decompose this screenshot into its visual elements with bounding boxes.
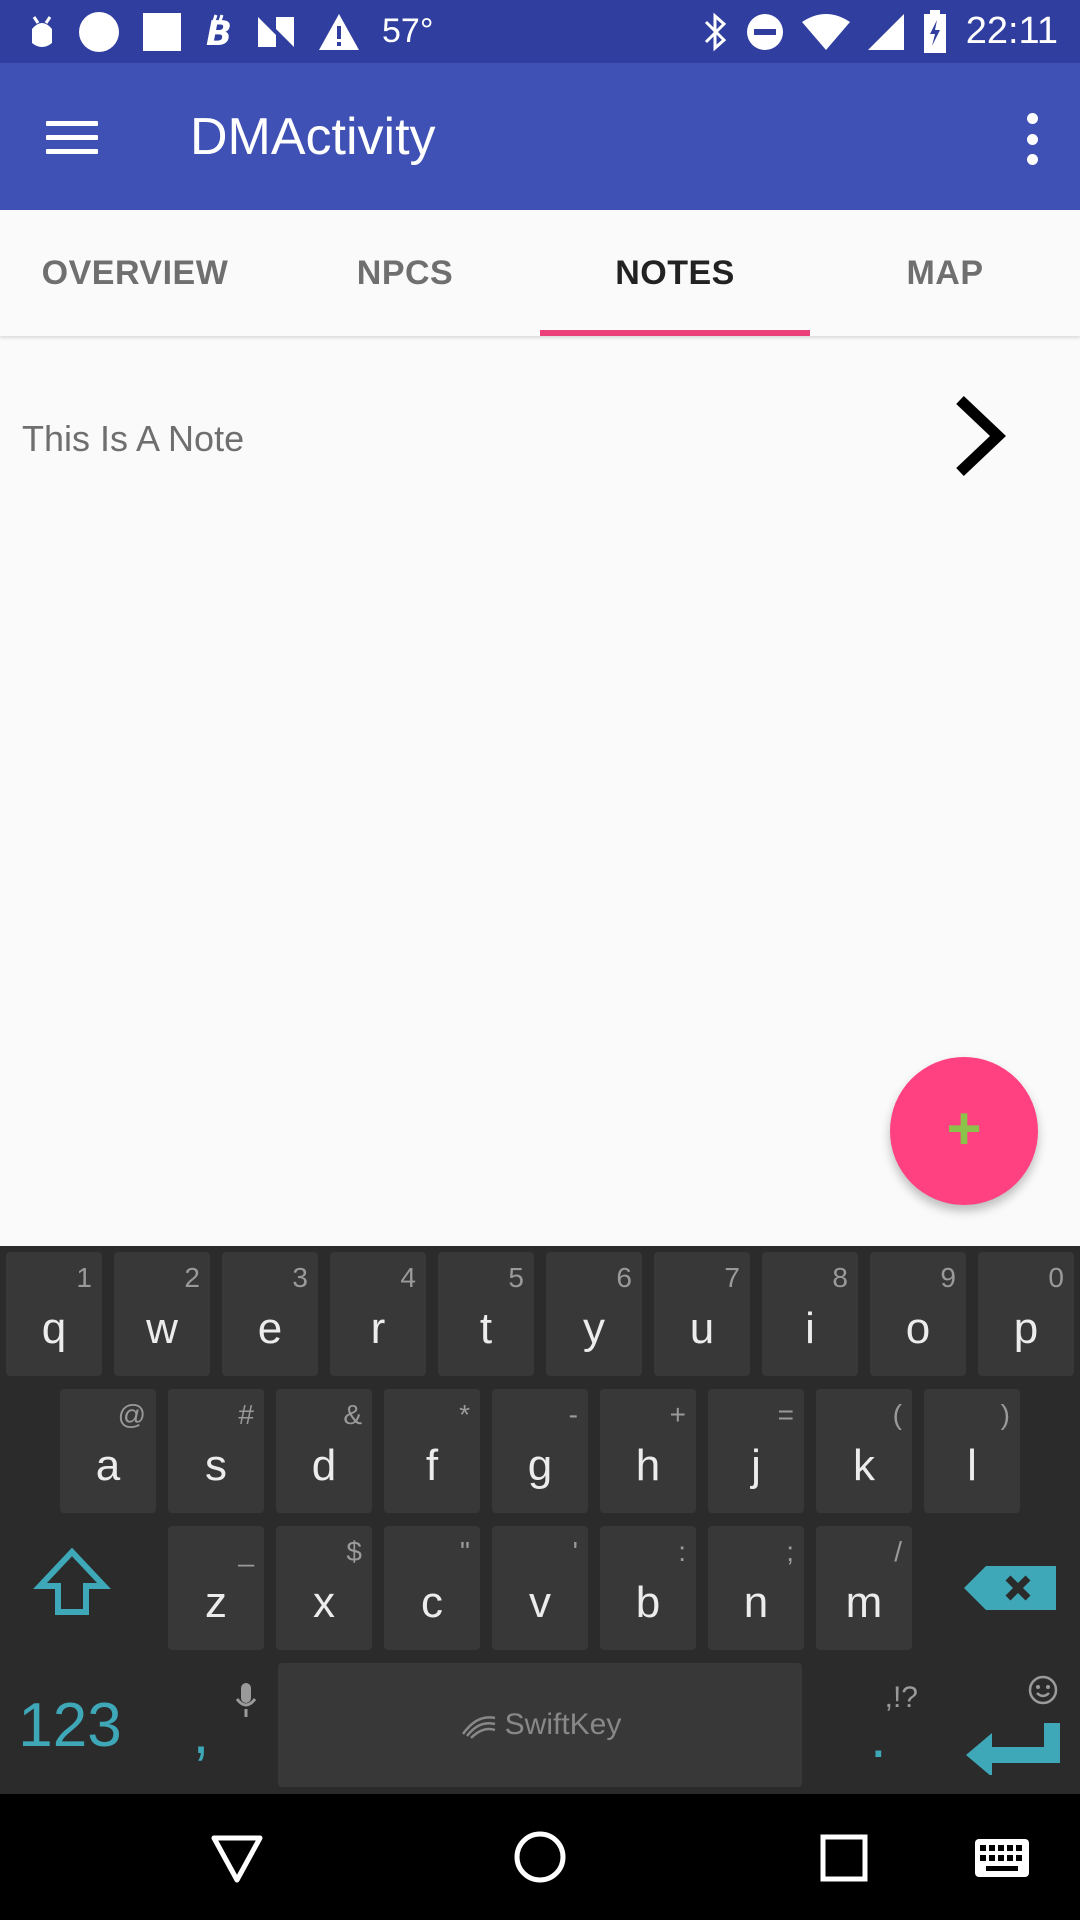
key-g[interactable]: -g	[492, 1389, 588, 1513]
temperature-readout: 57°	[382, 12, 434, 50]
note-title: This Is A Note	[22, 418, 245, 459]
key-t[interactable]: 5t	[438, 1252, 534, 1376]
warning-icon	[319, 13, 359, 50]
return-icon	[966, 1723, 1060, 1775]
enter-key[interactable]	[944, 1663, 1070, 1787]
comma-key[interactable]: ,	[176, 1663, 266, 1787]
key-u[interactable]: 7u	[654, 1252, 750, 1376]
keyboard-icon[interactable]	[974, 1838, 1030, 1878]
key-k[interactable]: (k	[816, 1389, 912, 1513]
key-q[interactable]: 1q	[6, 1252, 102, 1376]
circle-icon	[79, 11, 119, 52]
keyboard-row-2: @ a # s & d * f -g + h = j (k ) l	[0, 1389, 1080, 1513]
keyboard-row-3: _ z $ x " c ' v :b ; n / m	[0, 1526, 1080, 1650]
key-o[interactable]: 9o	[870, 1252, 966, 1376]
shift-arrow-icon	[33, 1547, 111, 1615]
swiftkey-brand: SwiftKey	[504, 1708, 622, 1741]
chevron-right-icon[interactable]	[950, 394, 1010, 478]
app-bar: DMActivity	[0, 63, 1080, 210]
recents-square-icon[interactable]	[820, 1834, 868, 1882]
period-key[interactable]: ,!? .	[826, 1663, 926, 1787]
key-h[interactable]: + h	[600, 1389, 696, 1513]
key-p[interactable]: 0p	[978, 1252, 1074, 1376]
bitcoin-icon: B	[206, 14, 232, 51]
key-d[interactable]: & d	[276, 1389, 372, 1513]
key-b[interactable]: :b	[600, 1526, 696, 1650]
shift-key[interactable]	[18, 1526, 126, 1650]
status-bar-right-icons: 22:11	[702, 0, 1058, 63]
soft-keyboard: 1q 2w 3e 4r 5t 6y 7u 8i 9o 0p @ a # s & d *…	[0, 1246, 1080, 1794]
status-bar: B 57° 22:11	[0, 0, 1080, 63]
tab-npcs[interactable]: NPCS	[270, 210, 540, 336]
wifi-icon	[801, 13, 850, 50]
key-i[interactable]: 8i	[762, 1252, 858, 1376]
key-w[interactable]: 2w	[114, 1252, 210, 1376]
hamburger-menu-icon[interactable]	[40, 105, 104, 169]
key-f[interactable]: * f	[384, 1389, 480, 1513]
note-list-item[interactable]: This Is A Note	[0, 380, 1080, 492]
key-z[interactable]: _ z	[168, 1526, 264, 1650]
smiley-icon	[1028, 1675, 1058, 1705]
period-label: .	[870, 1703, 887, 1770]
battery-charging-icon	[923, 9, 946, 53]
home-circle-icon[interactable]	[513, 1830, 567, 1884]
backspace-icon	[964, 1566, 1056, 1610]
comma-label: ,	[192, 1699, 210, 1766]
more-vert-icon[interactable]	[1012, 109, 1052, 169]
app-title: DMActivity	[190, 108, 436, 166]
space-bar[interactable]: SwiftKey	[278, 1663, 802, 1787]
key-l[interactable]: ) l	[924, 1389, 1020, 1513]
key-a[interactable]: @ a	[60, 1389, 156, 1513]
bluetooth-icon	[704, 12, 726, 51]
key-r[interactable]: 4r	[330, 1252, 426, 1376]
do-not-disturb-icon	[746, 13, 783, 50]
keyboard-row-1: 1q 2w 3e 4r 5t 6y 7u 8i 9o 0p	[0, 1252, 1080, 1376]
status-bar-left-icons: B 57°	[28, 0, 433, 63]
square-icon	[143, 12, 181, 51]
cell-signal-icon	[867, 13, 904, 50]
tab-active-indicator	[540, 330, 810, 336]
key-j[interactable]: = j	[708, 1389, 804, 1513]
numbers-key[interactable]: 123	[10, 1663, 130, 1787]
add-icon: +	[946, 1095, 982, 1162]
nfc-icon	[258, 16, 294, 47]
clock: 22:11	[965, 10, 1058, 52]
navigation-bar	[0, 1794, 1080, 1920]
tab-notes[interactable]: NOTES	[540, 210, 810, 336]
tab-bar: OVERVIEW NPCS NOTES MAP	[0, 210, 1080, 336]
key-c[interactable]: " c	[384, 1526, 480, 1650]
tab-map[interactable]: MAP	[810, 210, 1080, 336]
key-y[interactable]: 6y	[546, 1252, 642, 1376]
backspace-key[interactable]	[944, 1526, 1064, 1650]
key-m[interactable]: / m	[816, 1526, 912, 1650]
android-head-icon	[32, 15, 52, 47]
app-screen: B 57° 22:11 DMActivity OVERVIEW NPCS NOT…	[0, 0, 1080, 1920]
key-n[interactable]: ; n	[708, 1526, 804, 1650]
key-v[interactable]: ' v	[492, 1526, 588, 1650]
key-s[interactable]: # s	[168, 1389, 264, 1513]
swiftkey-logo-icon	[461, 1716, 496, 1739]
tab-overview[interactable]: OVERVIEW	[0, 210, 270, 336]
key-e[interactable]: 3e	[222, 1252, 318, 1376]
mic-icon	[235, 1683, 257, 1717]
key-x[interactable]: $ x	[276, 1526, 372, 1650]
add-note-fab[interactable]: +	[890, 1057, 1038, 1205]
keyboard-row-4: 123 , SwiftKey ,!? .	[0, 1663, 1080, 1787]
back-triangle-icon[interactable]	[210, 1834, 264, 1884]
period-hint: ,!?	[884, 1681, 918, 1714]
